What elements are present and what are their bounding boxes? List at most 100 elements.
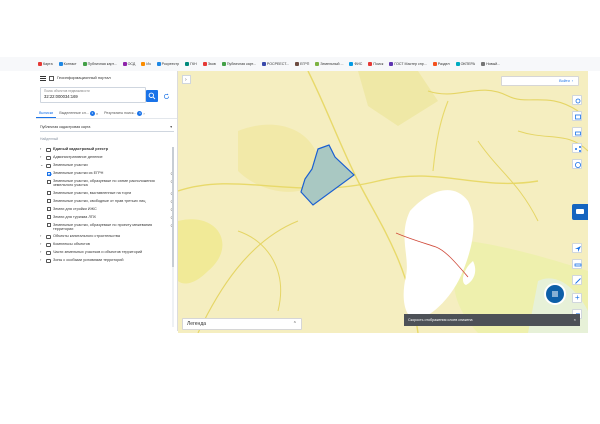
layer-row[interactable]: Земли для стройки ИЖС⟳ xyxy=(40,206,174,212)
menu-icon[interactable] xyxy=(40,75,46,81)
chevron-right-icon[interactable]: › xyxy=(40,258,44,262)
zoom-in-button[interactable]: + xyxy=(572,293,582,303)
chevron-right-icon[interactable]: › xyxy=(40,147,44,151)
chevron-right-icon[interactable]: › xyxy=(40,250,44,254)
bookmark-item[interactable]: ГОСТ Мастер спр... xyxy=(387,62,428,66)
bookmark-label: Новый... xyxy=(486,62,501,66)
map-select[interactable]: Публичная кадастровая карта ▾ xyxy=(40,123,174,132)
chevron-right-icon[interactable]: › xyxy=(40,234,44,238)
bookmark-label: ЕГРП xyxy=(300,62,310,66)
tab-selected-layers[interactable]: Выделенные сл... 1 × xyxy=(56,108,101,118)
bookmark-favicon-icon xyxy=(368,62,373,66)
assistant-button[interactable] xyxy=(544,283,566,305)
layer-group-row[interactable]: › Части земельных участков и объектов тер… xyxy=(40,250,168,255)
side-panel: Геоинформационный портал Поиск объектов … xyxy=(36,71,178,331)
refresh-icon[interactable] xyxy=(163,93,170,100)
close-icon[interactable]: × xyxy=(574,317,576,322)
chevron-down-icon[interactable]: ⌄ xyxy=(40,163,44,167)
close-icon[interactable]: × xyxy=(96,111,98,116)
bookmark-item[interactable]: Из xyxy=(139,62,152,66)
layer-group-row[interactable]: › Административное деление xyxy=(40,155,168,160)
bookmark-item[interactable]: Карта xyxy=(36,62,55,66)
layer-row[interactable]: Земельные участки, выставленные на торги… xyxy=(40,191,174,196)
chevron-right-icon[interactable]: › xyxy=(40,242,44,246)
terrain-patch xyxy=(358,71,438,126)
layer-label: Земельные участки xyxy=(53,163,88,167)
bookmark-item[interactable]: РОСРЕЕСТ... xyxy=(260,62,291,66)
layer-checkbox[interactable] xyxy=(47,191,51,195)
layer-group-row[interactable]: › Зоны с особыми условиями территорий xyxy=(40,258,168,263)
print-icon xyxy=(574,131,581,135)
bookmark-item[interactable]: Публичная карт... xyxy=(220,62,258,66)
layer-label: Земли для туризма ЛПХ xyxy=(53,214,97,219)
layer-row[interactable]: Земельные участки, образуемые по проекту… xyxy=(40,223,174,231)
layer-row[interactable]: Земельные участки из ЕГРН⟳ xyxy=(40,171,174,176)
layer-group-row[interactable]: › Комплексы объектов xyxy=(40,242,168,247)
layer-checkbox[interactable] xyxy=(47,223,51,227)
measure-control[interactable] xyxy=(572,259,582,269)
map-select-value: Публичная кадастровая карта xyxy=(40,125,91,129)
road-line xyxy=(477,140,539,222)
panel-toggle-button[interactable]: › xyxy=(182,75,191,84)
bookmark-item[interactable]: Росреестр xyxy=(155,62,181,66)
search-input[interactable]: Поиск объектов недвижимости 32:22:000034… xyxy=(40,87,146,103)
chevron-down-icon: ▾ xyxy=(170,125,172,129)
globe-control[interactable] xyxy=(572,159,582,169)
search-button[interactable] xyxy=(146,90,158,102)
feedback-button[interactable] xyxy=(572,204,588,220)
layer-row[interactable]: Земли для туризма ЛПХ⟳ xyxy=(40,214,174,220)
chevron-right-icon[interactable]: › xyxy=(143,111,144,116)
layer-row[interactable]: Земельные участки, свободные от прав тре… xyxy=(40,199,174,204)
bookmark-label: ГКН xyxy=(190,62,197,66)
layer-row[interactable]: Земельные участки, образуемые по схеме р… xyxy=(40,179,174,187)
layer-group-row[interactable]: › Единый кадастровый реестр xyxy=(40,147,168,152)
bookmark-item[interactable]: Публичная карт... xyxy=(81,62,119,66)
found-label: Найденный xyxy=(40,137,59,141)
share-control[interactable] xyxy=(572,143,582,153)
bookmark-item[interactable]: Земельный ... xyxy=(313,62,345,66)
bookmark-item[interactable]: Эков xyxy=(201,62,218,66)
navigate-control[interactable] xyxy=(572,243,582,253)
bookmark-item[interactable]: ГКН xyxy=(183,62,199,66)
bookmark-favicon-icon xyxy=(432,62,437,66)
bookmark-item[interactable]: Раздел xyxy=(431,62,452,66)
bookmark-item[interactable]: Поиск xyxy=(366,62,385,66)
basemap-control[interactable] xyxy=(572,111,582,121)
layer-checkbox[interactable] xyxy=(47,179,51,184)
tab-search-results[interactable]: Результаты поиск... 1 › xyxy=(101,108,148,118)
settings-control[interactable] xyxy=(572,95,582,105)
layer-group-row[interactable]: ⌄ Земельные участки xyxy=(40,163,168,168)
plus-icon: + xyxy=(575,293,580,302)
folder-icon xyxy=(46,155,51,160)
folder-icon xyxy=(46,258,51,263)
tab-extracts[interactable]: Выписки xyxy=(36,108,57,118)
bookmark-item[interactable]: Контакт xyxy=(57,62,79,66)
layer-group-row[interactable]: › Объекты капитального строительства xyxy=(40,234,168,239)
panel-scrollbar[interactable] xyxy=(172,147,174,327)
layer-checkbox[interactable] xyxy=(47,215,51,219)
layer-checkbox[interactable] xyxy=(47,207,51,211)
bookmark-item[interactable]: ЕГРП xyxy=(293,62,311,66)
layers-toggle-icon[interactable] xyxy=(49,75,54,81)
draw-control[interactable] xyxy=(572,275,582,285)
layer-checkbox[interactable] xyxy=(47,171,51,176)
layer-label: Земли для стройки ИЖС xyxy=(53,206,97,211)
bookmark-item[interactable]: ОКПЕРА xyxy=(454,62,477,66)
print-control[interactable] xyxy=(572,127,582,137)
layer-label: Объекты капитального строительства xyxy=(53,234,121,238)
login-button[interactable]: Войти › xyxy=(501,76,579,86)
gear-icon xyxy=(575,98,580,103)
bookmark-item[interactable]: ОСД xyxy=(121,62,138,66)
chevron-right-icon[interactable]: › xyxy=(40,155,44,159)
tab-search-results-badge: 1 xyxy=(137,110,143,116)
search-value: 32:22:000034:169 xyxy=(44,94,78,99)
bookmark-label: Публичная карт... xyxy=(87,62,117,66)
bookmark-item[interactable]: Новый... xyxy=(479,62,502,66)
bookmark-label: Земельный ... xyxy=(320,62,344,66)
layer-checkbox[interactable] xyxy=(47,199,51,203)
map-layer xyxy=(178,71,588,333)
map-canvas[interactable]: › Войти › + − xyxy=(178,71,588,333)
bookmark-item[interactable]: ФИС xyxy=(347,62,364,66)
legend-bar[interactable]: Легенда ⌃ xyxy=(182,318,302,330)
folder-icon xyxy=(46,234,51,239)
